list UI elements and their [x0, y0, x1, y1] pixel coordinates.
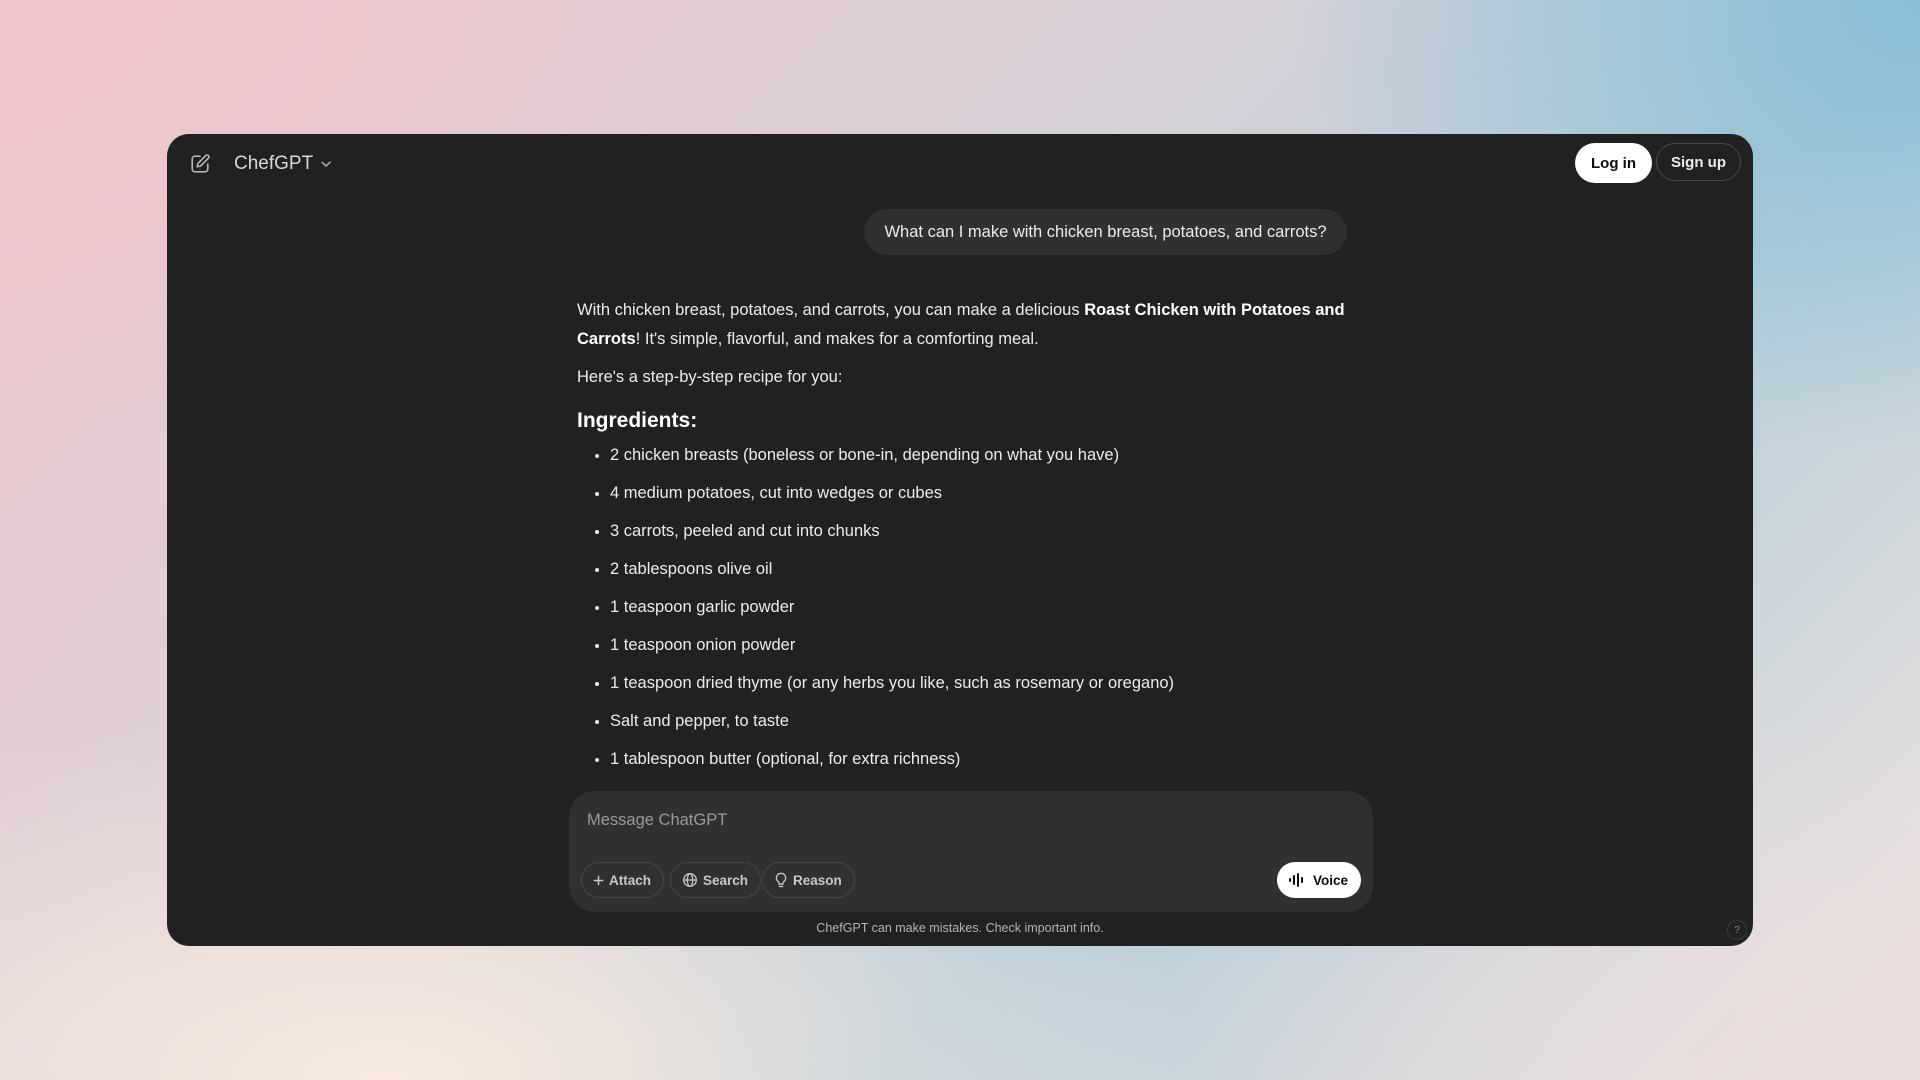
edit-icon[interactable] — [185, 149, 215, 179]
disclaimer: ChefGPT can make mistakes. Check importa… — [816, 921, 1104, 935]
list-item: 3 carrots, peeled and cut into chunks — [610, 517, 1347, 555]
chat-window: ChefGPT Log in Sign up What can I make w… — [167, 134, 1753, 946]
signup-button[interactable]: Sign up — [1656, 143, 1741, 181]
list-item: 2 chicken breasts (boneless or bone-in, … — [610, 441, 1347, 479]
model-name: ChefGPT — [234, 153, 314, 174]
step-intro: Here's a step-by-step recipe for you: — [577, 368, 843, 386]
user-message-text: What can I make with chicken breast, pot… — [884, 222, 1327, 241]
voice-button[interactable]: Voice — [1276, 862, 1361, 898]
login-button[interactable]: Log in — [1575, 143, 1652, 183]
reason-label: Reason — [793, 872, 842, 888]
list-item: 4 medium potatoes, cut into wedges or cu… — [610, 479, 1347, 517]
ingredients-list: 2 chicken breasts (boneless or bone-in, … — [577, 441, 1347, 783]
composer: Attach Search Reason — [569, 791, 1373, 912]
assistant-intro: With chicken breast, potatoes, and carro… — [577, 296, 1347, 354]
model-switcher[interactable]: ChefGPT — [234, 149, 333, 179]
ingredients-heading: Ingredients: — [577, 406, 1347, 436]
header: ChefGPT Log in Sign up — [167, 134, 1753, 192]
search-label: Search — [703, 872, 749, 888]
intro-text-end: ! It's simple, flavorful, and makes for … — [635, 330, 1039, 348]
assistant-message: With chicken breast, potatoes, and carro… — [577, 296, 1347, 783]
lightbulb-icon — [774, 872, 788, 888]
search-button[interactable]: Search — [670, 862, 762, 898]
ingredients-heading-text: Ingredients — [577, 409, 691, 432]
list-item: Salt and pepper, to taste — [610, 707, 1347, 745]
attach-button[interactable]: Attach — [581, 862, 665, 898]
globe-icon — [682, 872, 698, 888]
list-item: 1 teaspoon garlic powder — [610, 593, 1347, 631]
list-item: 1 teaspoon onion powder — [610, 631, 1347, 669]
intro-text: With chicken breast, potatoes, and carro… — [577, 301, 1085, 319]
voice-label: Voice — [1312, 872, 1348, 888]
help-icon[interactable]: ? — [1727, 920, 1747, 940]
reason-button[interactable]: Reason — [762, 862, 855, 898]
chevron-down-icon — [319, 157, 333, 171]
plus-icon — [593, 875, 604, 886]
ingredients-heading-colon: : — [690, 409, 698, 432]
list-item: 1 tablespoon butter (optional, for extra… — [610, 745, 1347, 783]
message-input[interactable] — [585, 805, 1349, 835]
attach-label: Attach — [609, 872, 652, 888]
list-item: 2 tablespoons olive oil — [610, 555, 1347, 593]
user-message-bubble: What can I make with chicken breast, pot… — [864, 209, 1347, 255]
voice-waveform-icon — [1288, 872, 1306, 888]
list-item: 1 teaspoon dried thyme (or any herbs you… — [610, 669, 1347, 707]
